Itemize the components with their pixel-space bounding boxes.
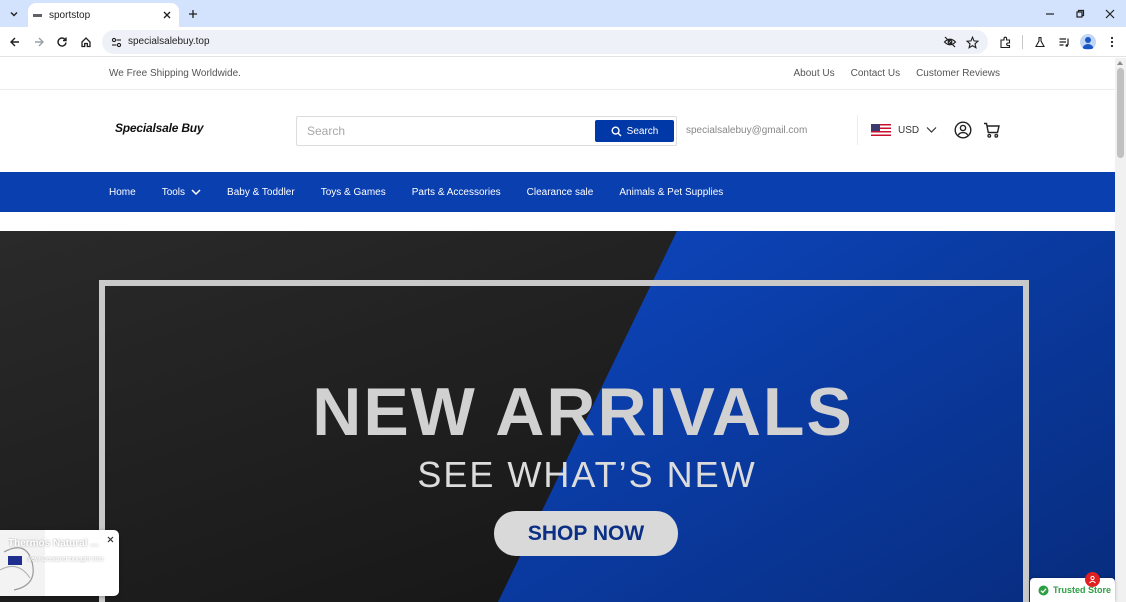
currency-selector[interactable]: USD (871, 124, 937, 136)
hero-title: NEW ARRIVALS (312, 374, 854, 450)
tab-strip: sportstop (0, 0, 1126, 27)
plus-icon (189, 10, 197, 18)
popup-close-button[interactable] (104, 533, 116, 545)
scroll-thumb[interactable] (1117, 68, 1124, 158)
close-icon (107, 536, 113, 542)
new-tab-button[interactable] (184, 5, 202, 23)
search-form: Search (296, 116, 677, 146)
search-button-label: Search (626, 125, 659, 137)
nz-flag-icon (8, 556, 22, 565)
chevron-down-icon (191, 188, 201, 195)
star-icon[interactable] (964, 34, 980, 50)
close-icon (163, 11, 171, 19)
extensions-button[interactable] (996, 33, 1014, 51)
about-us-link[interactable]: About Us (793, 68, 834, 79)
nav-label: Toys & Games (320, 186, 386, 198)
search-button[interactable]: Search (595, 120, 674, 142)
customer-reviews-link[interactable]: Customer Reviews (916, 68, 1000, 79)
toolbar-divider (1022, 35, 1023, 49)
home-icon (81, 37, 91, 48)
menu-dots-icon (1110, 36, 1114, 48)
chevron-down-icon (926, 127, 937, 133)
scroll-up-arrow-icon[interactable] (1117, 61, 1123, 65)
extensions-icon (999, 36, 1010, 48)
cart-icon[interactable] (982, 120, 1002, 140)
nav-item-baby-toddler[interactable]: Baby & Toddler (227, 187, 295, 198)
top-links: About Us Contact Us Customer Reviews (793, 68, 1000, 79)
nav-label: Home (109, 186, 136, 198)
eye-off-icon[interactable] (942, 34, 958, 50)
back-button[interactable] (6, 33, 24, 51)
url-text: specialsalebuy.top (128, 36, 210, 47)
header-divider (857, 115, 858, 145)
spacer (0, 212, 1115, 231)
us-flag-icon (871, 124, 891, 136)
minimize-icon (1046, 13, 1054, 15)
nav-item-clearance-sale[interactable]: Clearance sale (527, 187, 594, 198)
back-icon (10, 37, 19, 47)
media-button[interactable] (1055, 33, 1073, 51)
search-input[interactable] (297, 117, 591, 145)
nav-item-tools[interactable]: Tools (162, 187, 201, 198)
nav-label: Tools (161, 186, 186, 198)
close-window-button[interactable] (1101, 5, 1119, 23)
profile-icon[interactable] (1080, 34, 1096, 50)
browser-toolbar: specialsalebuy.top (0, 27, 1126, 57)
sale-location: New Zealand bought this (26, 556, 104, 563)
page-scrollbar[interactable] (1115, 58, 1126, 602)
contact-email: specialsalebuy@gmail.com (686, 125, 808, 136)
shipping-notice: We Free Shipping Worldwide. (109, 68, 241, 79)
trusted-store-label: Trusted Store (1053, 585, 1112, 595)
nav-item-parts-accessories[interactable]: Parts & Accessories (412, 187, 501, 198)
nav-item-home[interactable]: Home (109, 187, 136, 198)
currency-code: USD (898, 124, 920, 136)
account-icon[interactable] (953, 120, 973, 140)
home-button[interactable] (77, 33, 95, 51)
minimize-button[interactable] (1041, 5, 1059, 23)
address-bar[interactable]: specialsalebuy.top (102, 30, 988, 54)
nav-label: Parts & Accessories (411, 186, 501, 198)
shield-check-icon (1038, 585, 1049, 595)
restore-icon (1076, 9, 1085, 18)
nav-label: Baby & Toddler (227, 186, 295, 198)
tab-favicon-icon (33, 13, 42, 17)
tab-search-button[interactable] (5, 5, 23, 23)
close-icon (1105, 9, 1115, 19)
notification-badge-icon (1085, 572, 1100, 587)
hero-banner[interactable]: NEW ARRIVALS SEE WHAT’S NEW SHOP NOW (0, 231, 1115, 602)
forward-button[interactable] (30, 33, 48, 51)
reload-icon (57, 37, 67, 47)
trusted-store-badge[interactable]: Trusted Store (1030, 578, 1115, 602)
restore-button[interactable] (1071, 5, 1089, 23)
reload-button[interactable] (53, 33, 71, 51)
browser-tab[interactable]: sportstop (28, 3, 179, 27)
browser-menu-button[interactable] (1103, 33, 1121, 51)
announcement-bar: We Free Shipping Worldwide. About Us Con… (0, 58, 1115, 90)
web-page: We Free Shipping Worldwide. About Us Con… (0, 58, 1115, 602)
contact-us-link[interactable]: Contact Us (851, 68, 900, 79)
nav-item-animals-pet-supplies[interactable]: Animals & Pet Supplies (619, 187, 723, 198)
site-settings-icon[interactable] (109, 35, 123, 49)
main-navigation: Home Tools Baby & Toddler Toys & Games P… (0, 172, 1115, 212)
nav-item-toys-games[interactable]: Toys & Games (321, 187, 386, 198)
shop-now-button[interactable]: SHOP NOW (494, 511, 678, 556)
tab-title: sportstop (49, 9, 91, 21)
tab-close-button[interactable] (159, 7, 175, 23)
chevron-down-icon (10, 12, 18, 17)
search-icon (611, 125, 622, 136)
forward-icon (35, 37, 44, 47)
hero-subtitle: SEE WHAT’S NEW (417, 454, 757, 495)
labs-button[interactable] (1031, 33, 1049, 51)
labs-icon (1035, 36, 1045, 48)
site-logo[interactable]: Specialsale Buy (115, 121, 204, 135)
site-header: Specialsale Buy Search specialsalebuy@gm… (0, 90, 1115, 172)
nav-label: Clearance sale (526, 186, 594, 198)
media-icon (1059, 37, 1069, 47)
sale-product-title: Thermos Natural ... (8, 538, 99, 549)
recent-sale-popup[interactable]: Thermos Natural ... New Zealand bought t… (0, 530, 119, 596)
nav-label: Animals & Pet Supplies (619, 186, 724, 198)
